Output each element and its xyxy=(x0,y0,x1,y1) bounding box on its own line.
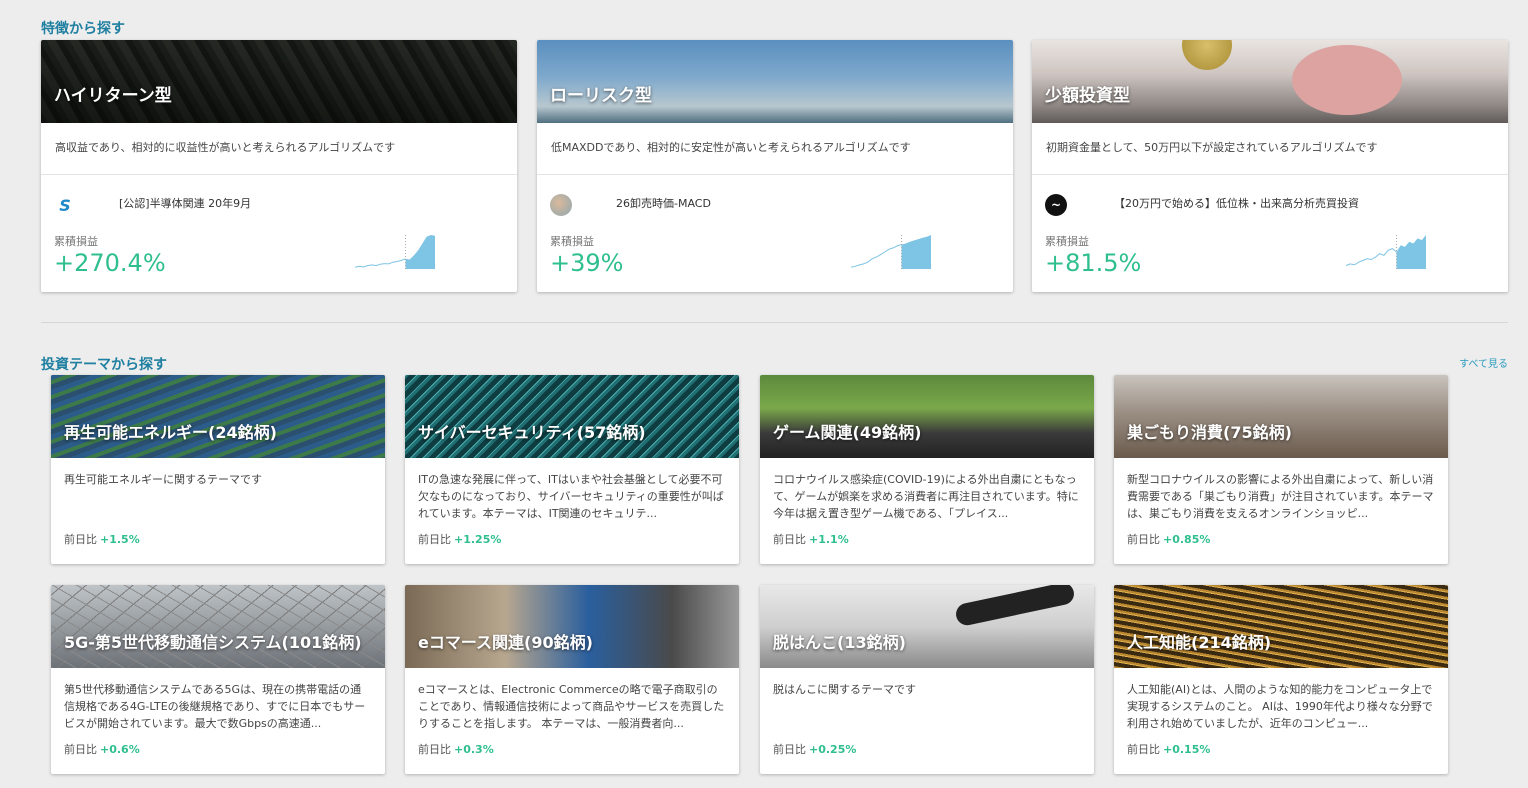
theme-card[interactable]: 巣ごもり消費(75銘柄) 新型コロナウイルスの影響による外出自粛によって、新しい… xyxy=(1114,375,1448,564)
feature-card-low-risk[interactable]: ローリスク型 低MAXDDであり、相対的に安定性が高いと考えられるアルゴリズムで… xyxy=(537,40,1013,292)
change-value: +0.25% xyxy=(809,743,857,756)
sparkline-chart xyxy=(355,235,435,269)
change-value: +1.5% xyxy=(100,533,140,546)
change-label: 前日比 xyxy=(64,533,97,546)
daily-change: 前日比 +0.15% xyxy=(1127,741,1210,757)
algorithm-name[interactable]: 26卸売時価-MACD xyxy=(616,195,711,211)
feature-description: 初期資金量として、50万円以下が設定されているアルゴリズムです xyxy=(1032,123,1508,175)
see-all-link[interactable]: すべて見る xyxy=(1459,355,1508,370)
sparkline-line xyxy=(1346,248,1397,267)
user-avatar-icon xyxy=(550,194,572,216)
profit-value: +39% xyxy=(550,249,624,277)
theme-description: eコマースとは、Electronic Commerceの略で電子商取引のことであ… xyxy=(418,683,725,730)
profit-label: 累積損益 xyxy=(1045,235,1089,248)
change-value: +0.15% xyxy=(1163,743,1211,756)
feature-card-small-investment[interactable]: 少額投資型 初期資金量として、50万円以下が設定されているアルゴリズムです ~ … xyxy=(1032,40,1508,292)
piggy-bank-icon xyxy=(1292,45,1402,115)
section-title-features: 特徴から探す xyxy=(41,21,125,37)
daily-change: 前日比 +1.5% xyxy=(64,531,140,547)
banner-image: 巣ごもり消費(75銘柄) xyxy=(1114,375,1448,458)
theme-title: 巣ごもり消費(75銘柄) xyxy=(1127,423,1292,442)
algorithm-name[interactable]: [公認]半導体関連 20年9月 xyxy=(119,195,251,211)
feature-title: 少額投資型 xyxy=(1045,86,1130,106)
theme-title: サイバーセキュリティ(57銘柄) xyxy=(418,423,646,442)
theme-description: 再生可能エネルギーに関するテーマです xyxy=(64,473,262,486)
banner-image: 5G-第5世代移動通信システム(101銘柄) xyxy=(51,585,385,668)
change-label: 前日比 xyxy=(418,533,451,546)
stamp-icon xyxy=(954,585,1076,628)
change-label: 前日比 xyxy=(418,743,451,756)
feature-description: 高収益であり、相対的に収益性が高いと考えられるアルゴリズムです xyxy=(41,123,517,175)
daily-change: 前日比 +0.6% xyxy=(64,741,140,757)
change-value: +0.6% xyxy=(100,743,140,756)
change-value: +1.1% xyxy=(809,533,849,546)
daily-change: 前日比 +0.3% xyxy=(418,741,494,757)
sparkline-area xyxy=(405,235,435,269)
section-title-themes: 投資テーマから探す xyxy=(41,357,167,373)
theme-card[interactable]: 人工知能(214銘柄) 人工知能(AI)とは、人間のような知的能力をコンピュータ… xyxy=(1114,585,1448,774)
theme-description: 第5世代移動通信システムである5Gは、現在の携帯電話の通信規格である4G-LTE… xyxy=(64,683,366,730)
banner-image: サイバーセキュリティ(57銘柄) xyxy=(405,375,739,458)
algorithm-summary[interactable]: S [公認]半導体関連 20年9月 累積損益 +270.4% xyxy=(41,175,517,292)
banner-image: 脱はんこ(13銘柄) xyxy=(760,585,1094,668)
theme-title: ゲーム関連(49銘柄) xyxy=(773,423,922,442)
daily-change: 前日比 +0.85% xyxy=(1127,531,1210,547)
wave-logo-icon: ~ xyxy=(1045,194,1067,216)
theme-description: コロナウイルス感染症(COVID-19)による外出自粛にともなって、ゲームが娯楽… xyxy=(773,473,1079,520)
daily-change: 前日比 +1.1% xyxy=(773,531,849,547)
banner-image: eコマース関連(90銘柄) xyxy=(405,585,739,668)
change-label: 前日比 xyxy=(1127,743,1160,756)
sparkline-area xyxy=(1396,235,1426,269)
theme-card[interactable]: ゲーム関連(49銘柄) コロナウイルス感染症(COVID-19)による外出自粛に… xyxy=(760,375,1094,564)
banner-image: 人工知能(214銘柄) xyxy=(1114,585,1448,668)
banner-image: ハイリターン型 xyxy=(41,40,517,123)
feature-title: ハイリターン型 xyxy=(54,86,172,106)
theme-description: 新型コロナウイルスの影響による外出自粛によって、新しい消費需要である「巣ごもり消… xyxy=(1127,473,1434,520)
theme-title: 人工知能(214銘柄) xyxy=(1127,633,1272,652)
banner-image: 少額投資型 xyxy=(1032,40,1508,123)
feature-description: 低MAXDDであり、相対的に安定性が高いと考えられるアルゴリズムです xyxy=(537,123,1013,175)
change-label: 前日比 xyxy=(1127,533,1160,546)
feature-title: ローリスク型 xyxy=(550,86,652,106)
change-value: +0.3% xyxy=(454,743,494,756)
theme-card[interactable]: サイバーセキュリティ(57銘柄) ITの急速な発展に伴って、ITはいまや社会基盤… xyxy=(405,375,739,564)
feature-card-high-return[interactable]: ハイリターン型 高収益であり、相対的に収益性が高いと考えられるアルゴリズムです … xyxy=(41,40,517,292)
s-logo-icon: S xyxy=(59,195,71,215)
daily-change: 前日比 +1.25% xyxy=(418,531,501,547)
theme-title: 5G-第5世代移動通信システム(101銘柄) xyxy=(64,633,362,652)
theme-description: ITの急速な発展に伴って、ITはいまや社会基盤として必要不可欠なものになっており… xyxy=(418,473,724,520)
theme-description: 人工知能(AI)とは、人間のような知的能力をコンピュータ上で実現するシステムのこ… xyxy=(1127,683,1433,730)
sparkline-area xyxy=(901,235,931,269)
theme-description: 脱はんこに関するテーマです xyxy=(773,683,916,696)
theme-card[interactable]: 再生可能エネルギー(24銘柄) 再生可能エネルギーに関するテーマです 前日比 +1… xyxy=(51,375,385,564)
algorithm-name[interactable]: 【20万円で始める】低位株・出来高分析売買投資 xyxy=(1114,195,1359,211)
theme-title: 再生可能エネルギー(24銘柄) xyxy=(64,423,277,442)
banner-image: 再生可能エネルギー(24銘柄) xyxy=(51,375,385,458)
change-label: 前日比 xyxy=(773,743,806,756)
theme-card[interactable]: 脱はんこ(13銘柄) 脱はんこに関するテーマです 前日比 +0.25% xyxy=(760,585,1094,774)
change-value: +1.25% xyxy=(454,533,502,546)
change-label: 前日比 xyxy=(64,743,97,756)
banner-image: ローリスク型 xyxy=(537,40,1013,123)
theme-title: 脱はんこ(13銘柄) xyxy=(773,633,906,652)
profit-label: 累積損益 xyxy=(54,235,98,248)
daily-change: 前日比 +0.25% xyxy=(773,741,856,757)
theme-card[interactable]: 5G-第5世代移動通信システム(101銘柄) 第5世代移動通信システムである5G… xyxy=(51,585,385,774)
profit-value: +81.5% xyxy=(1045,249,1142,277)
sparkline-line xyxy=(355,258,406,268)
section-divider xyxy=(41,322,1508,323)
theme-card[interactable]: eコマース関連(90銘柄) eコマースとは、Electronic Commerc… xyxy=(405,585,739,774)
coin-icon xyxy=(1182,40,1232,70)
change-value: +0.85% xyxy=(1163,533,1211,546)
algorithm-summary[interactable]: 26卸売時価-MACD 累積損益 +39% xyxy=(537,175,1013,292)
theme-title: eコマース関連(90銘柄) xyxy=(418,633,593,652)
algorithm-summary[interactable]: ~ 【20万円で始める】低位株・出来高分析売買投資 累積損益 +81.5% xyxy=(1032,175,1508,292)
banner-image: ゲーム関連(49銘柄) xyxy=(760,375,1094,458)
change-label: 前日比 xyxy=(773,533,806,546)
profit-value: +270.4% xyxy=(54,249,166,277)
sparkline-line xyxy=(851,244,902,268)
sparkline-chart xyxy=(851,235,931,269)
sparkline-chart xyxy=(1346,235,1426,269)
profit-label: 累積損益 xyxy=(550,235,594,248)
